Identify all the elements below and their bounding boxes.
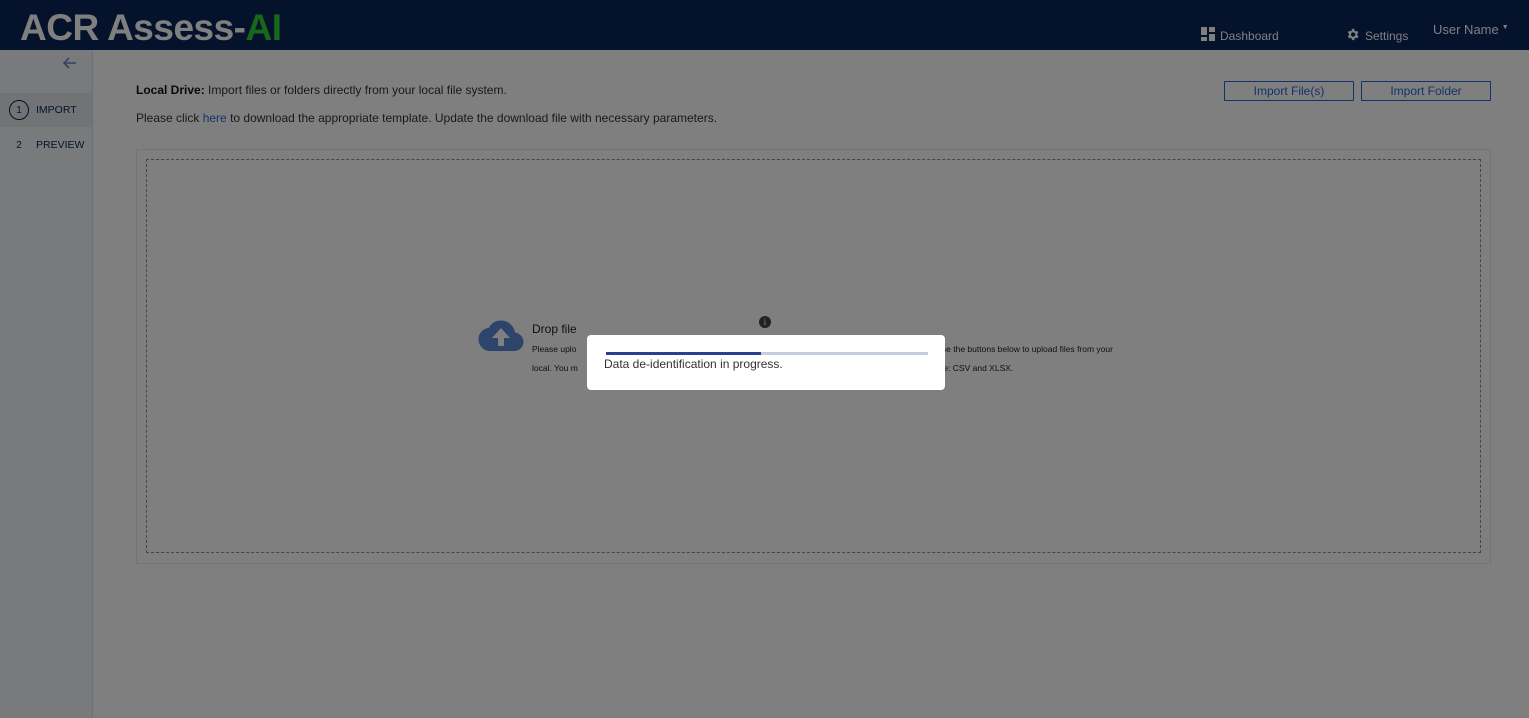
- progress-bar-fill: [606, 352, 761, 355]
- progress-message: Data de-identification in progress.: [604, 357, 783, 371]
- progress-dialog: Data de-identification in progress.: [587, 335, 945, 390]
- progress-bar: [606, 352, 928, 355]
